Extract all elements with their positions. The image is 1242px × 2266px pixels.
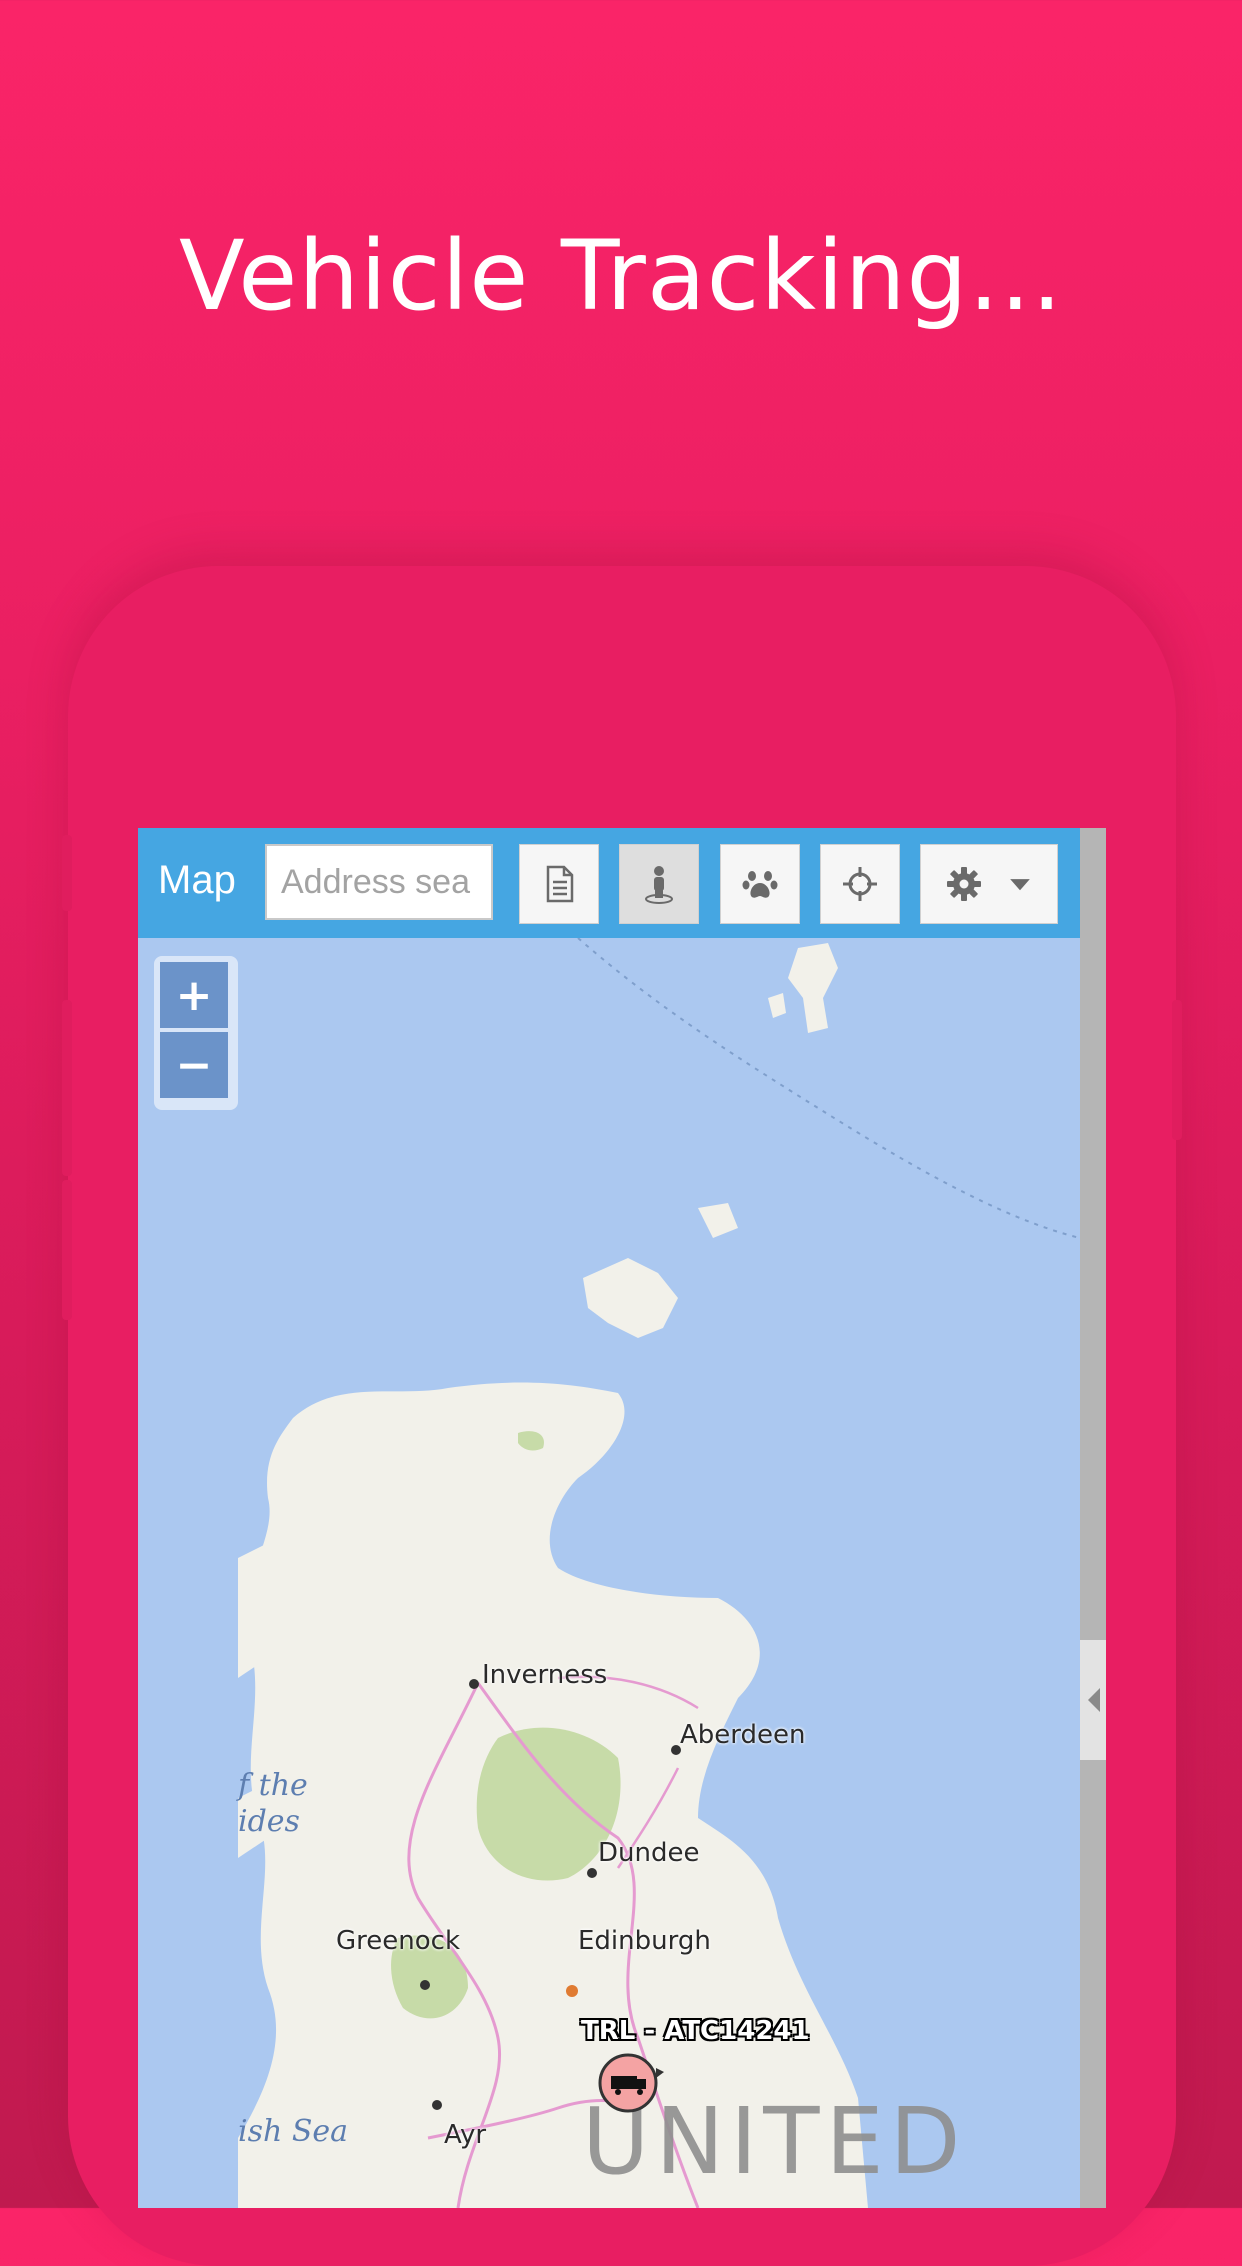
- zoom-out-button[interactable]: −: [160, 1032, 228, 1098]
- crosshair-icon: [843, 867, 877, 901]
- paw-icon: [742, 871, 778, 898]
- city-label: Edinburgh: [578, 1926, 711, 1956]
- phone-button: [62, 1180, 72, 1320]
- chevron-left-icon: [1088, 1688, 1100, 1712]
- document-icon: [546, 865, 574, 903]
- sea-label: f the: [238, 1768, 308, 1803]
- settings-dropdown-button[interactable]: [920, 844, 1058, 924]
- phone-button: [62, 1000, 72, 1176]
- phone-button: [62, 835, 72, 911]
- sea-label: ish Sea: [238, 2114, 349, 2149]
- city-label: Ayr: [444, 2120, 487, 2150]
- headline: Vehicle Tracking...: [178, 220, 1064, 332]
- person-icon: [645, 866, 673, 904]
- caret-down-icon: [1010, 879, 1030, 891]
- map-canvas[interactable]: + − Inverness Aberdeen Dundee Greenock E…: [138, 938, 1080, 2208]
- phone-button: [1172, 1000, 1182, 1140]
- app-screen: Map Address sea + − Inverness Aberdeen D…: [138, 828, 1106, 2208]
- gear-icon: [947, 867, 981, 901]
- truck-marker-icon[interactable]: [598, 2050, 664, 2116]
- address-search-input[interactable]: [265, 844, 493, 920]
- locate-button[interactable]: [820, 844, 900, 924]
- vehicle-label: TRL - ATC14241: [581, 2016, 810, 2046]
- city-label: Dundee: [598, 1838, 700, 1868]
- zoom-control: + −: [154, 956, 238, 1110]
- paw-button[interactable]: [720, 844, 800, 924]
- side-panel-rail: [1080, 828, 1106, 2208]
- city-label: Inverness: [482, 1660, 608, 1690]
- sea-label: ides: [238, 1804, 300, 1839]
- city-label: Greenock: [336, 1926, 460, 1956]
- person-button[interactable]: [619, 844, 699, 924]
- map-title: Map: [158, 858, 236, 902]
- city-label: Aberdeen: [680, 1720, 806, 1750]
- map-toolbar: Map: [138, 828, 1080, 938]
- zoom-in-button[interactable]: +: [160, 962, 228, 1028]
- document-button[interactable]: [519, 844, 599, 924]
